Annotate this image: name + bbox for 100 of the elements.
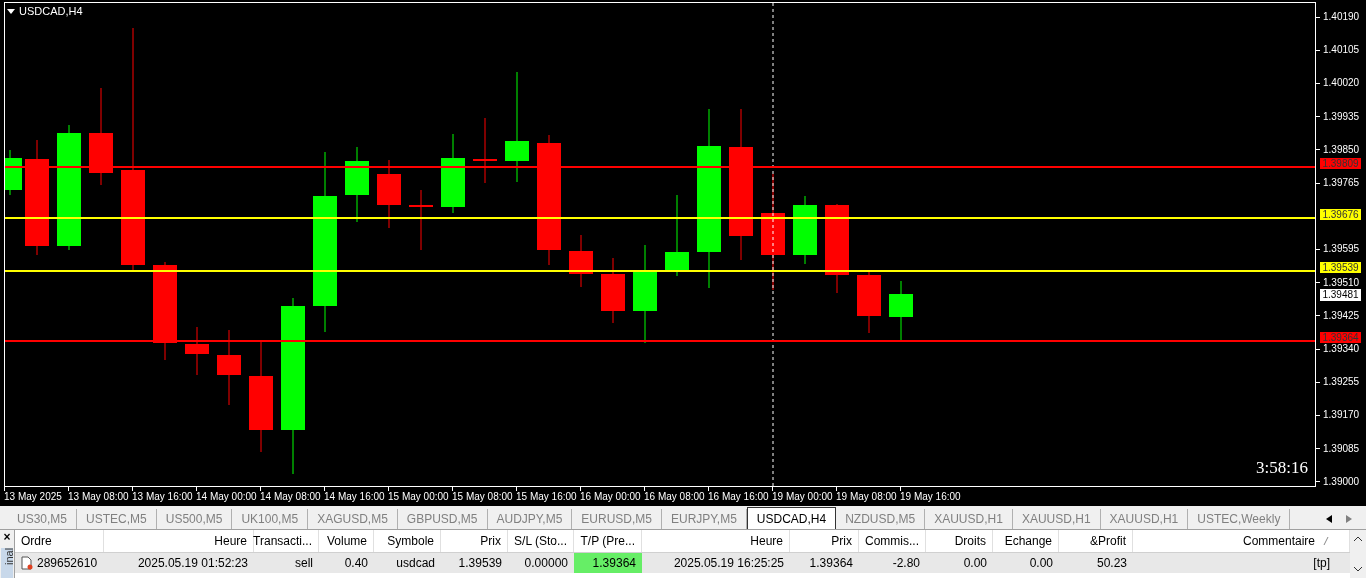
time-axis-label: 14 May 16:00	[324, 491, 385, 503]
candle	[409, 189, 433, 251]
chart-tab[interactable]: XAGUSD,M5	[308, 509, 398, 529]
column-header[interactable]: Volume	[326, 532, 367, 550]
chart-tab[interactable]: NZDUSD,M5	[836, 509, 926, 529]
time-axis-label: 16 May 08:00	[644, 491, 705, 503]
candle	[185, 326, 209, 376]
time-axis-label: 15 May 00:00	[388, 491, 449, 503]
time-axis-label: 16 May 00:00	[580, 491, 641, 503]
table-cell-text: 0.00000	[524, 555, 568, 572]
price-axis-label: 1.39340	[1323, 344, 1360, 354]
terminal-side-tab[interactable]: inal	[1, 548, 13, 578]
column-header[interactable]: Echange	[1004, 532, 1052, 550]
scroll-right-icon[interactable]	[1346, 515, 1352, 523]
price-axis-label: 1.40190	[1323, 12, 1360, 22]
column-header[interactable]: Ordre	[21, 532, 52, 550]
table-cell-text: 289652610	[37, 555, 98, 572]
candle	[889, 280, 913, 341]
time-axis-label: 13 May 16:00	[132, 491, 193, 503]
table-cell-text: 1.39539	[458, 555, 502, 572]
price-axis-label: 1.39935	[1323, 111, 1360, 122]
table-cell-text: 0.00	[1029, 555, 1053, 572]
time-axis-label: 19 May 00:00	[772, 491, 833, 503]
candle	[377, 159, 401, 229]
scroll-left-icon[interactable]	[1326, 515, 1332, 523]
price-axis-label: 1.40020	[1323, 78, 1360, 89]
time-axis-label: 15 May 08:00	[452, 491, 513, 503]
table-cell-text: 1.39364	[809, 555, 853, 572]
table-cell-text: usdcad	[396, 555, 435, 572]
chart-tab[interactable]: GBPUSD,M5	[397, 509, 488, 529]
time-axis-label: 15 May 16:00	[516, 491, 577, 503]
chart-tab[interactable]: UK100,M5	[232, 509, 309, 529]
price-axis-label: 1.39085	[1323, 443, 1360, 454]
chart-tab[interactable]: EURUSD,M5	[572, 509, 662, 529]
level-price-tag: 1.39539	[1320, 262, 1361, 273]
price-axis-label: 1.39425	[1323, 310, 1360, 321]
time-axis-label: 19 May 08:00	[836, 491, 897, 503]
candle	[569, 234, 593, 288]
table-cell-text: 0.00	[963, 555, 987, 572]
level-price-tag: 1.39364	[1320, 332, 1361, 343]
column-header[interactable]: Commentaire	[1242, 532, 1315, 550]
chart-tab[interactable]: XAUUSD,H1	[925, 509, 1013, 529]
chart-tab[interactable]: AUDJPY,M5	[487, 509, 573, 529]
sort-icon	[1323, 537, 1329, 545]
level-price-tag: 1.39809	[1320, 158, 1361, 169]
scroll-up-icon[interactable]	[1353, 536, 1363, 542]
column-header[interactable]: Commis...	[865, 532, 919, 550]
time-axis-label: 13 May 08:00	[68, 491, 129, 503]
price-axis-label: 1.39170	[1323, 410, 1360, 421]
chart-tab[interactable]: USDCAD,H4	[746, 507, 837, 529]
price-axis-label: 1.39255	[1323, 377, 1360, 388]
candle	[793, 195, 817, 265]
table-cell-text: 2025.05.19 01:52:23	[137, 555, 248, 572]
countdown-timer: 3:58:16	[1256, 458, 1308, 478]
table-cell-text: 50.23	[1096, 555, 1127, 572]
column-header[interactable]: Transacti...	[253, 532, 312, 550]
candle	[5, 149, 22, 196]
dropdown-icon[interactable]	[7, 8, 15, 14]
column-header[interactable]: Symbole	[387, 532, 434, 550]
chart-title: USDCAD,H4	[19, 4, 83, 18]
candle	[857, 269, 881, 334]
column-header[interactable]: Droits	[954, 532, 986, 550]
column-header[interactable]: T/P (Pre...	[580, 532, 635, 550]
time-axis-label: 14 May 08:00	[260, 491, 321, 503]
column-header[interactable]: Heure	[750, 532, 783, 550]
close-button[interactable]: ×	[3, 530, 11, 544]
price-axis-label: 1.39765	[1323, 178, 1360, 188]
column-header[interactable]: &Profit	[1090, 532, 1126, 550]
time-axis-label: 16 May 16:00	[708, 491, 769, 503]
table-cell-text: sell	[295, 555, 313, 572]
chart-tab[interactable]: EURJPY,M5	[662, 509, 747, 529]
price-axis-label: 1.39595	[1323, 244, 1360, 255]
candle	[473, 117, 497, 184]
chart-tab[interactable]: XAUUSD,H1	[1012, 509, 1101, 529]
table-cell-text: 1.39364	[592, 555, 636, 572]
level-price-tag: 1.39676	[1320, 209, 1361, 220]
column-header[interactable]: Prix	[831, 532, 852, 550]
price-axis-label: 1.40105	[1323, 45, 1360, 56]
chart-tab[interactable]: USTEC,M5	[77, 509, 157, 529]
column-header[interactable]: S/L (Sto...	[514, 532, 567, 550]
current-price-tag: 1.39481	[1320, 289, 1361, 301]
table-cell-text: 2025.05.19 16:25:25	[673, 555, 784, 572]
price-axis-label: 1.39510	[1323, 277, 1360, 288]
table-cell-text: -2.80	[892, 555, 920, 572]
column-header[interactable]: Heure	[214, 532, 247, 550]
time-axis-label: 13 May 2025	[4, 491, 62, 503]
scroll-down-icon[interactable]	[1353, 566, 1363, 572]
time-axis-label: 19 May 16:00	[900, 491, 961, 503]
chart-tab[interactable]: US500,M5	[156, 509, 233, 529]
time-axis-label: 14 May 00:00	[196, 491, 257, 503]
chart-tab[interactable]: US30,M5	[8, 509, 78, 529]
candle	[601, 257, 625, 324]
chart-tab[interactable]: USTEC,Weekly	[1188, 509, 1291, 529]
price-axis-label: 1.39850	[1323, 144, 1360, 155]
table-cell-text: [tp]	[1313, 555, 1330, 572]
column-header[interactable]: Prix	[480, 532, 501, 550]
price-axis-label: 1.39000	[1323, 476, 1360, 487]
table-cell-text: 0.40	[344, 555, 368, 572]
order-document-icon	[21, 556, 33, 570]
chart-tab[interactable]: XAUUSD,H1	[1100, 509, 1189, 529]
